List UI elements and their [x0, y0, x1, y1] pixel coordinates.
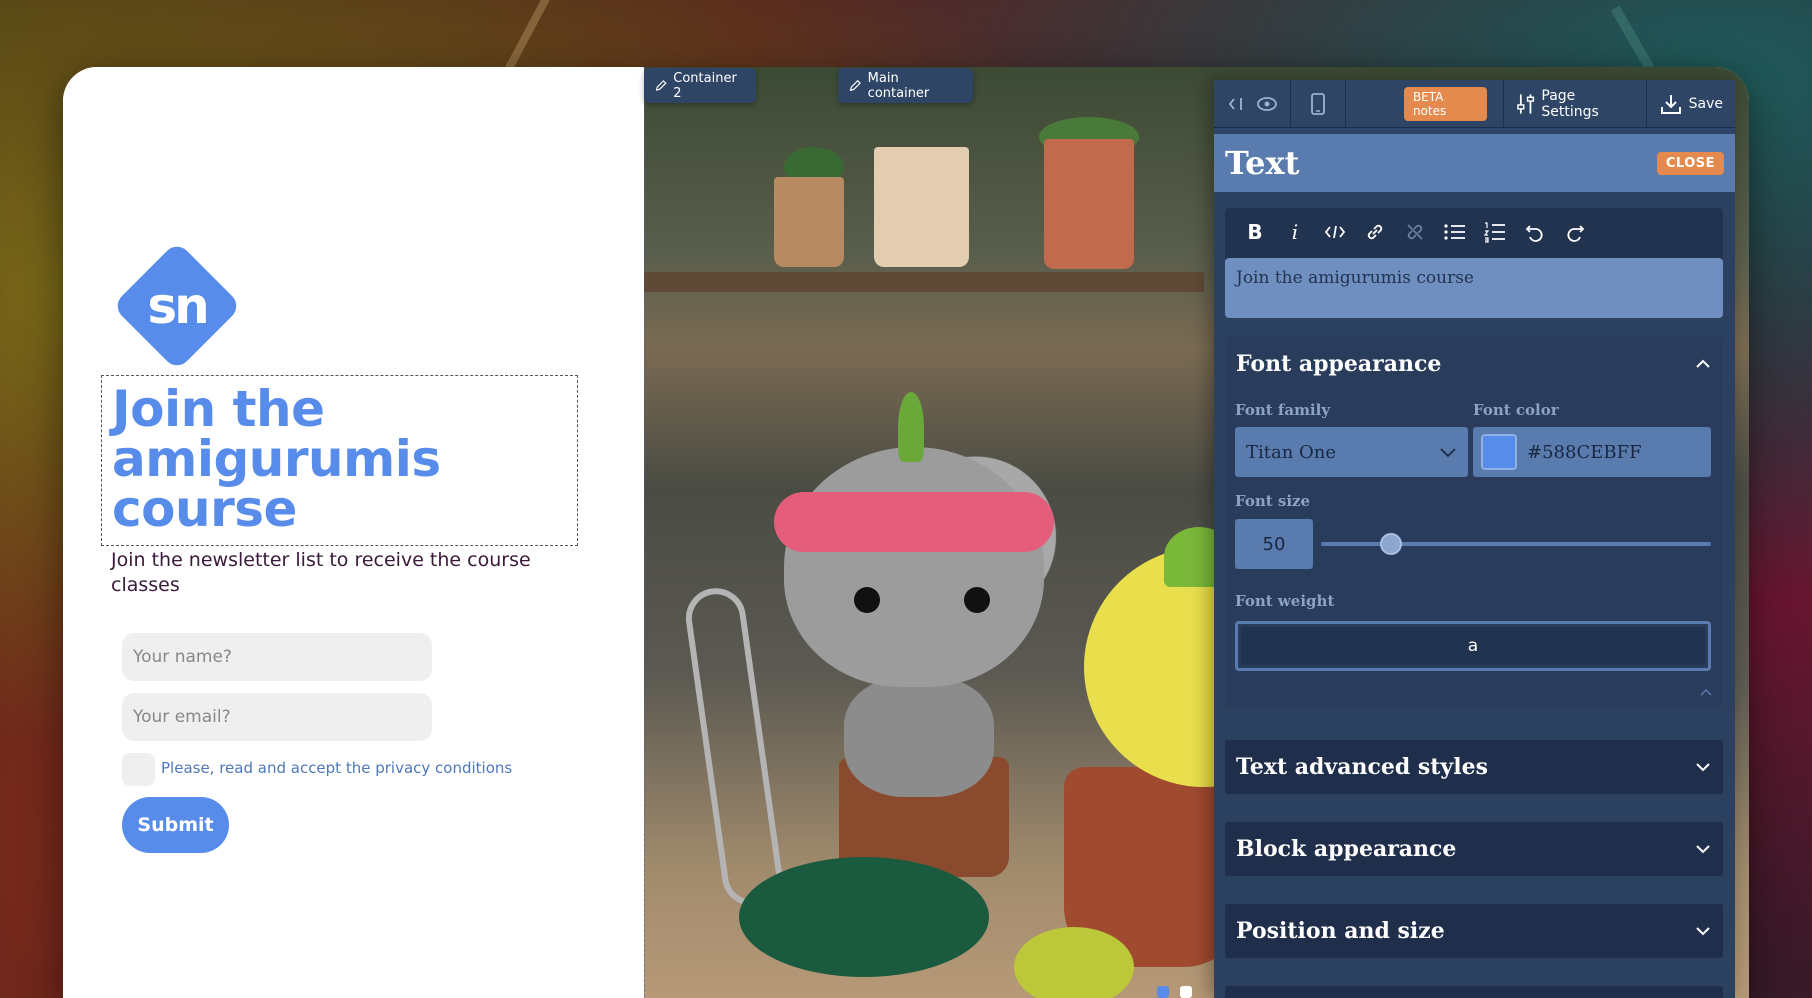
- image-toy-eye: [964, 587, 990, 613]
- undo-icon[interactable]: [1515, 212, 1555, 252]
- page-settings-button[interactable]: Page Settings: [1504, 80, 1646, 128]
- image-yarn: [1014, 927, 1134, 998]
- font-appearance-header[interactable]: Font appearance: [1225, 337, 1723, 391]
- font-family-select[interactable]: Titan One: [1235, 427, 1468, 477]
- topbar-separator: [1344, 79, 1346, 128]
- font-weight-field[interactable]: a: [1235, 621, 1711, 671]
- download-icon: [1660, 94, 1681, 114]
- pencil-icon: [849, 79, 861, 92]
- logo-text: sn: [147, 277, 209, 335]
- chevron-down-icon: [1696, 927, 1710, 936]
- panel-scroll-area[interactable]: B i Join the amigurumis course Font appe…: [1214, 192, 1735, 998]
- font-color-label: Font color: [1473, 401, 1559, 419]
- pencil-icon: [655, 80, 667, 91]
- main-container-label: Main container: [867, 70, 930, 101]
- image-scissors: [682, 584, 786, 910]
- editor-toolbar: B i: [1225, 208, 1723, 256]
- image-pot: [774, 177, 844, 267]
- editor-panel: BETA notes Page Settings Save Text CLOSE…: [1214, 79, 1735, 998]
- font-weight-label: Font weight: [1235, 592, 1335, 610]
- image-toy-eye: [854, 587, 880, 613]
- chevron-down-icon: [1440, 448, 1456, 458]
- bullet-list-icon[interactable]: [1435, 212, 1475, 252]
- block-appearance-section[interactable]: Block appearance: [1225, 822, 1723, 876]
- font-size-label: Font size: [1235, 492, 1311, 510]
- block-appearance-title: Block appearance: [1236, 836, 1457, 862]
- italic-icon[interactable]: i: [1275, 212, 1315, 252]
- email-input[interactable]: Your email?: [122, 693, 432, 741]
- chevron-down-icon: [1696, 845, 1710, 854]
- image-yarn: [739, 857, 989, 977]
- rich-text-editor: B i Join the amigurumis course: [1225, 208, 1723, 318]
- beta-notes-badge[interactable]: BETA notes: [1403, 86, 1488, 121]
- text-advanced-styles-section[interactable]: Text advanced styles: [1225, 740, 1723, 794]
- text-advanced-styles-header[interactable]: Text advanced styles: [1225, 740, 1723, 794]
- carousel-dot[interactable]: [1180, 986, 1192, 998]
- bold-icon[interactable]: B: [1235, 212, 1275, 252]
- font-appearance-section: Font appearance Font family Font color T…: [1225, 337, 1723, 707]
- font-color-field[interactable]: #588CEBFF: [1473, 427, 1711, 477]
- font-family-value: Titan One: [1246, 441, 1337, 463]
- slider-thumb[interactable]: [1380, 533, 1403, 555]
- position-size-header[interactable]: Position and size: [1225, 904, 1723, 958]
- code-icon[interactable]: [1315, 212, 1355, 252]
- image-toy-body: [844, 677, 994, 797]
- block-appearance-header[interactable]: Block appearance: [1225, 822, 1723, 876]
- chevron-down-icon: [1696, 763, 1710, 772]
- panel-title-bar: Text CLOSE: [1214, 134, 1735, 192]
- chevron-up-icon[interactable]: [1699, 687, 1713, 697]
- left-content-pane: sn Join the amigurumis course Join the n…: [63, 67, 643, 998]
- numbered-list-icon[interactable]: [1475, 212, 1515, 252]
- page-heading[interactable]: Join the amigurumis course: [112, 384, 567, 534]
- position-size-title: Position and size: [1236, 918, 1445, 944]
- image-toy-band: [774, 492, 1054, 552]
- save-button[interactable]: Save: [1647, 80, 1735, 128]
- container-2-label: Container 2: [673, 70, 737, 101]
- privacy-link[interactable]: Please, read and accept the privacy cond…: [161, 759, 512, 777]
- font-appearance-title: Font appearance: [1236, 351, 1442, 377]
- font-size-input[interactable]: 50: [1235, 519, 1313, 569]
- privacy-checkbox[interactable]: [122, 753, 155, 786]
- container-2-tag[interactable]: Container 2: [644, 68, 756, 103]
- image-toy-spike: [898, 392, 924, 462]
- text-advanced-styles-title: Text advanced styles: [1236, 754, 1488, 780]
- image-toy-head: [784, 447, 1044, 687]
- next-section[interactable]: [1225, 986, 1723, 998]
- page-subtext: Join the newsletter list to receive the …: [111, 549, 531, 596]
- redo-icon[interactable]: [1555, 212, 1595, 252]
- unlink-icon[interactable]: [1395, 212, 1435, 252]
- heading-selection-box[interactable]: Join the amigurumis course: [101, 375, 578, 546]
- font-color-value: #588CEBFF: [1527, 441, 1642, 463]
- page-settings-label: Page Settings: [1541, 87, 1599, 120]
- image-pot: [1044, 139, 1134, 269]
- save-label: Save: [1688, 95, 1724, 112]
- mobile-icon[interactable]: [1307, 92, 1329, 115]
- container-dashed-border: [644, 67, 645, 998]
- panel-title: Text: [1225, 144, 1300, 182]
- submit-button[interactable]: Submit: [122, 797, 229, 853]
- sliders-icon: [1517, 93, 1535, 114]
- eye-icon[interactable]: [1256, 93, 1278, 115]
- font-family-label: Font family: [1235, 401, 1331, 419]
- name-input[interactable]: Your name?: [122, 633, 432, 681]
- chevron-up-icon: [1696, 359, 1710, 368]
- font-weight-value: a: [1467, 636, 1479, 656]
- carousel-dot[interactable]: [1157, 986, 1169, 998]
- image-pot: [874, 147, 969, 267]
- font-size-slider[interactable]: [1321, 533, 1711, 555]
- editor-text-area[interactable]: Join the amigurumis course: [1225, 258, 1723, 318]
- main-container-tag[interactable]: Main container: [838, 68, 973, 103]
- sidebar-toggle-icon[interactable]: [1226, 93, 1248, 115]
- position-size-section[interactable]: Position and size: [1225, 904, 1723, 958]
- image-shelf: [644, 272, 1204, 292]
- color-swatch[interactable]: [1481, 434, 1517, 470]
- close-button[interactable]: CLOSE: [1656, 151, 1724, 175]
- editor-topbar: BETA notes Page Settings Save: [1214, 79, 1735, 128]
- link-icon[interactable]: [1355, 212, 1395, 252]
- logo: sn: [111, 240, 243, 372]
